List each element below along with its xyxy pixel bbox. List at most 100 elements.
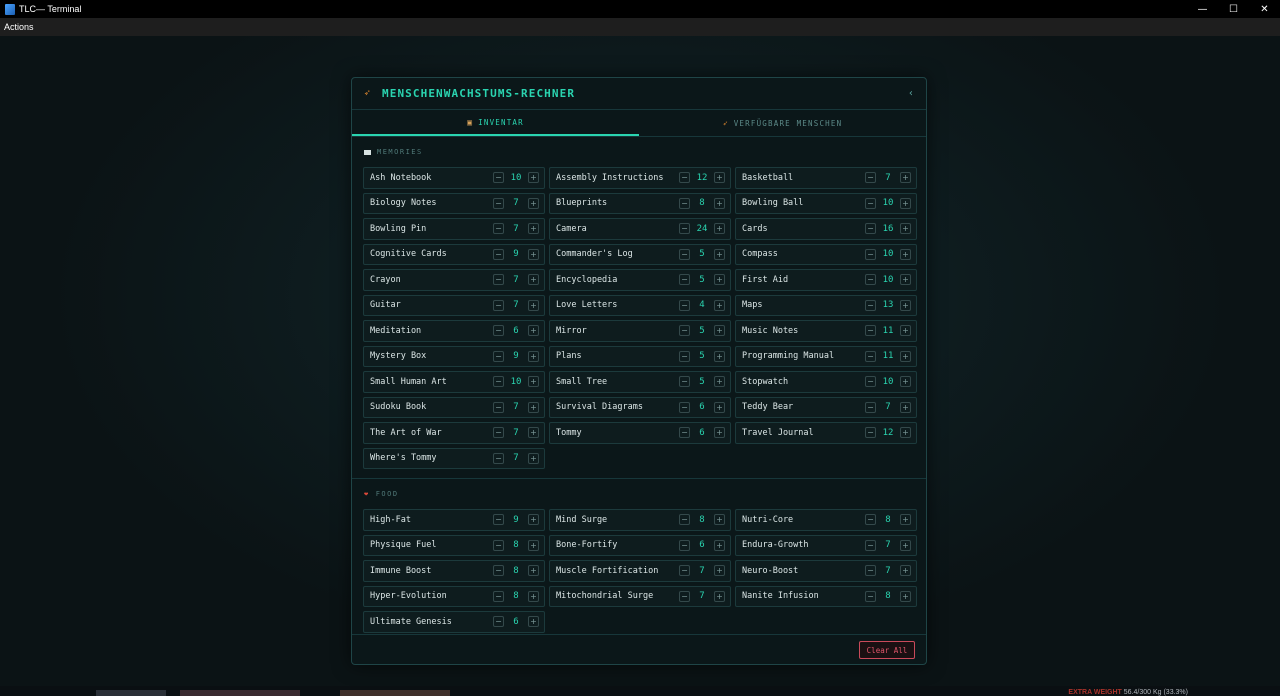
increment-button[interactable]: + xyxy=(528,590,539,602)
increment-button[interactable]: + xyxy=(528,274,539,286)
decrement-button[interactable]: − xyxy=(679,274,690,286)
increment-button[interactable]: + xyxy=(714,514,725,526)
increment-button[interactable]: + xyxy=(900,223,911,235)
increment-button[interactable]: + xyxy=(714,565,725,577)
decrement-button[interactable]: − xyxy=(865,325,876,337)
increment-button[interactable]: + xyxy=(528,248,539,260)
decrement-button[interactable]: − xyxy=(493,452,504,464)
quantity-value[interactable]: 12 xyxy=(876,428,900,438)
minimize-icon[interactable]: — xyxy=(1187,0,1218,18)
decrement-button[interactable]: − xyxy=(865,376,876,388)
quantity-value[interactable]: 10 xyxy=(876,377,900,387)
decrement-button[interactable]: − xyxy=(679,401,690,413)
maximize-icon[interactable]: ☐ xyxy=(1218,0,1249,18)
quantity-value[interactable]: 8 xyxy=(690,198,714,208)
increment-button[interactable]: + xyxy=(528,197,539,209)
increment-button[interactable]: + xyxy=(528,401,539,413)
quantity-value[interactable]: 10 xyxy=(876,275,900,285)
quantity-value[interactable]: 6 xyxy=(690,428,714,438)
increment-button[interactable]: + xyxy=(528,350,539,362)
quantity-value[interactable]: 11 xyxy=(876,351,900,361)
increment-button[interactable]: + xyxy=(714,350,725,362)
decrement-button[interactable]: − xyxy=(493,539,504,551)
decrement-button[interactable]: − xyxy=(493,350,504,362)
increment-button[interactable]: + xyxy=(900,401,911,413)
decrement-button[interactable]: − xyxy=(679,427,690,439)
decrement-button[interactable]: − xyxy=(865,514,876,526)
increment-button[interactable]: + xyxy=(900,514,911,526)
quantity-value[interactable]: 7 xyxy=(690,591,714,601)
decrement-button[interactable]: − xyxy=(679,223,690,235)
decrement-button[interactable]: − xyxy=(865,172,876,184)
quantity-value[interactable]: 10 xyxy=(504,173,528,183)
increment-button[interactable]: + xyxy=(528,514,539,526)
close-icon[interactable]: ✕ xyxy=(1249,0,1280,18)
increment-button[interactable]: + xyxy=(900,325,911,337)
quantity-value[interactable]: 4 xyxy=(690,300,714,310)
decrement-button[interactable]: − xyxy=(493,376,504,388)
increment-button[interactable]: + xyxy=(714,299,725,311)
quantity-value[interactable]: 8 xyxy=(504,566,528,576)
increment-button[interactable]: + xyxy=(714,427,725,439)
quantity-value[interactable]: 7 xyxy=(876,540,900,550)
increment-button[interactable]: + xyxy=(900,350,911,362)
decrement-button[interactable]: − xyxy=(493,401,504,413)
increment-button[interactable]: + xyxy=(900,565,911,577)
decrement-button[interactable]: − xyxy=(865,401,876,413)
decrement-button[interactable]: − xyxy=(679,376,690,388)
decrement-button[interactable]: − xyxy=(493,590,504,602)
quantity-value[interactable]: 13 xyxy=(876,300,900,310)
increment-button[interactable]: + xyxy=(900,197,911,209)
decrement-button[interactable]: − xyxy=(493,325,504,337)
quantity-value[interactable]: 8 xyxy=(876,515,900,525)
increment-button[interactable]: + xyxy=(528,616,539,628)
quantity-value[interactable]: 9 xyxy=(504,249,528,259)
decrement-button[interactable]: − xyxy=(493,427,504,439)
quantity-value[interactable]: 6 xyxy=(690,402,714,412)
quantity-value[interactable]: 7 xyxy=(504,428,528,438)
increment-button[interactable]: + xyxy=(714,539,725,551)
increment-button[interactable]: + xyxy=(528,539,539,551)
decrement-button[interactable]: − xyxy=(865,274,876,286)
quantity-value[interactable]: 7 xyxy=(876,566,900,576)
increment-button[interactable]: + xyxy=(714,376,725,388)
quantity-value[interactable]: 7 xyxy=(504,402,528,412)
decrement-button[interactable]: − xyxy=(679,590,690,602)
quantity-value[interactable]: 16 xyxy=(876,224,900,234)
increment-button[interactable]: + xyxy=(900,539,911,551)
quantity-value[interactable]: 8 xyxy=(690,515,714,525)
quantity-value[interactable]: 5 xyxy=(690,275,714,285)
decrement-button[interactable]: − xyxy=(493,248,504,260)
quantity-value[interactable]: 7 xyxy=(504,275,528,285)
quantity-value[interactable]: 11 xyxy=(876,326,900,336)
decrement-button[interactable]: − xyxy=(493,299,504,311)
quantity-value[interactable]: 8 xyxy=(504,540,528,550)
quantity-value[interactable]: 10 xyxy=(876,249,900,259)
quantity-value[interactable]: 6 xyxy=(504,326,528,336)
increment-button[interactable]: + xyxy=(714,172,725,184)
quantity-value[interactable]: 10 xyxy=(504,377,528,387)
increment-button[interactable]: + xyxy=(900,248,911,260)
decrement-button[interactable]: − xyxy=(679,325,690,337)
quantity-value[interactable]: 12 xyxy=(690,173,714,183)
clear-all-button[interactable]: Clear All xyxy=(859,641,915,659)
increment-button[interactable]: + xyxy=(528,172,539,184)
collapse-icon[interactable]: ‹ xyxy=(908,88,914,99)
increment-button[interactable]: + xyxy=(900,376,911,388)
increment-button[interactable]: + xyxy=(528,299,539,311)
decrement-button[interactable]: − xyxy=(679,197,690,209)
decrement-button[interactable]: − xyxy=(493,172,504,184)
decrement-button[interactable]: − xyxy=(679,248,690,260)
quantity-value[interactable]: 6 xyxy=(690,540,714,550)
decrement-button[interactable]: − xyxy=(865,565,876,577)
increment-button[interactable]: + xyxy=(900,172,911,184)
decrement-button[interactable]: − xyxy=(865,427,876,439)
increment-button[interactable]: + xyxy=(900,274,911,286)
increment-button[interactable]: + xyxy=(900,590,911,602)
decrement-button[interactable]: − xyxy=(493,274,504,286)
quantity-value[interactable]: 5 xyxy=(690,377,714,387)
quantity-value[interactable]: 7 xyxy=(504,453,528,463)
quantity-value[interactable]: 7 xyxy=(876,402,900,412)
quantity-value[interactable]: 5 xyxy=(690,326,714,336)
decrement-button[interactable]: − xyxy=(679,350,690,362)
